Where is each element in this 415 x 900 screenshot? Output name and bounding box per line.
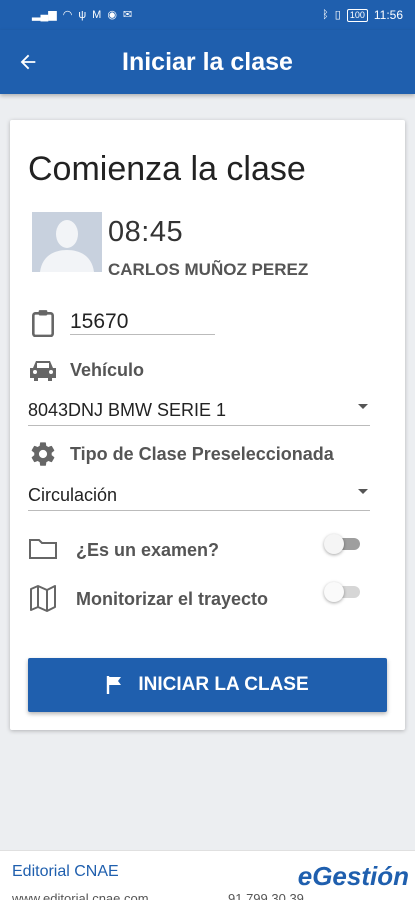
exam-label: ¿Es un examen? xyxy=(76,540,220,560)
footer-phone[interactable]: 91 799 30 39 xyxy=(228,891,304,900)
map-icon xyxy=(28,583,58,613)
start-class-label: INICIAR LA CLASE xyxy=(138,674,309,695)
class-code-underline xyxy=(70,334,215,335)
battery-icon: 100 xyxy=(346,8,368,22)
back-arrow-icon xyxy=(20,54,36,70)
card-title: Comienza la clase xyxy=(28,150,306,188)
avatar xyxy=(32,212,102,272)
class-type-select[interactable]: Circulación xyxy=(28,481,370,511)
status-time: 11:56 xyxy=(373,8,403,22)
status-bar: ▂▄▆ ◠ ψ M ◉ ✉ ᛒ ▯ 100 11:56 xyxy=(0,0,415,30)
status-right: ᛒ ▯ 100 11:56 xyxy=(322,8,403,22)
person-placeholder-icon xyxy=(32,212,102,272)
mail-icon: ✉ xyxy=(122,8,133,21)
car-icon xyxy=(28,355,58,385)
footer: Editorial CNAE www.editorial.cnae.com 91… xyxy=(0,850,415,900)
vehicle-selected-value: 8043DNJ BMW SERIE 1 xyxy=(28,400,227,420)
monitor-toggle-thumb xyxy=(324,582,344,602)
vehicle-select[interactable]: 8043DNJ BMW SERIE 1 xyxy=(28,396,370,426)
start-class-button[interactable]: INICIAR LA CLASE xyxy=(28,658,387,712)
signal-icon: ▂▄▆ xyxy=(32,8,57,21)
back-button[interactable] xyxy=(0,30,56,94)
page-title: Iniciar la clase xyxy=(122,47,293,76)
class-type-label: Tipo de Clase Preseleccionada xyxy=(70,444,334,464)
usb-icon: ψ xyxy=(78,8,87,21)
gear-icon xyxy=(28,439,58,469)
class-type-selected-value: Circulación xyxy=(28,485,118,505)
class-code-field[interactable]: 15670 xyxy=(70,310,128,334)
student-name: CARLOS MUÑOZ PEREZ xyxy=(108,260,309,279)
bluetooth-icon: ᛒ xyxy=(322,8,329,21)
vehicle-label: Vehículo xyxy=(70,360,145,380)
chevron-down-icon xyxy=(358,489,368,494)
clipboard-icon xyxy=(28,308,58,338)
folder-icon xyxy=(28,533,58,563)
class-time: 08:45 xyxy=(108,216,184,248)
chevron-down-icon xyxy=(358,404,368,409)
exam-toggle[interactable] xyxy=(324,532,364,554)
alert-icon: ◉ xyxy=(107,8,117,21)
footer-company[interactable]: Editorial CNAE xyxy=(12,863,119,881)
status-left: ▂▄▆ ◠ ψ M ◉ ✉ xyxy=(32,8,133,21)
exam-toggle-thumb xyxy=(324,534,344,554)
vibrate-icon: ▯ xyxy=(334,8,341,21)
monitor-toggle[interactable] xyxy=(324,580,364,602)
footer-website[interactable]: www.editorial.cnae.com xyxy=(12,891,149,900)
egestion-logo: eGestión xyxy=(297,861,409,891)
wifi-icon: ◠ xyxy=(62,8,73,21)
flag-icon xyxy=(107,676,122,694)
monitor-label: Monitorizar el trayecto xyxy=(76,589,269,609)
gmail-icon: M xyxy=(92,8,102,21)
app-bar: Iniciar la clase xyxy=(0,30,415,94)
start-class-card: Comienza la clase 08:45 CARLOS MUÑOZ PER… xyxy=(10,120,405,730)
